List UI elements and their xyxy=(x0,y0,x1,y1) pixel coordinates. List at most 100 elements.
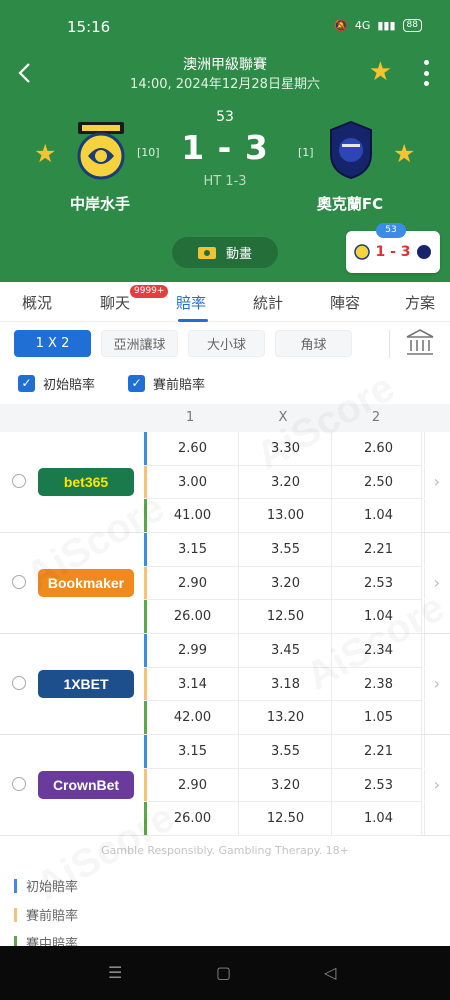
tab-stats[interactable]: 統計 xyxy=(253,292,283,313)
odds-cell[interactable]: 13.00 xyxy=(240,499,332,532)
chevron-right-icon[interactable]: › xyxy=(434,775,440,794)
battery-icon: 88 xyxy=(402,19,422,32)
col-home: 1 xyxy=(185,410,195,425)
odds-cell[interactable]: 13.20 xyxy=(240,701,332,734)
odds-cell[interactable]: 2.60 xyxy=(147,432,239,465)
odds-cell[interactable]: 3.55 xyxy=(240,735,332,768)
animation-button[interactable]: 動畫 xyxy=(172,237,278,268)
mini-scoreboard[interactable]: 53 1 - 3 xyxy=(346,223,440,273)
odds-cell[interactable]: 1.04 xyxy=(333,499,425,532)
odds-cell[interactable]: 42.00 xyxy=(147,701,239,734)
filter-corners[interactable]: 角球 xyxy=(275,330,352,357)
away-team-name[interactable]: 奧克蘭FC xyxy=(280,193,420,214)
bookmaker-logo[interactable]: CrownBet xyxy=(38,771,134,799)
odds-row: 42.00 13.20 1.05 xyxy=(144,701,425,735)
odds-row: 3.15 3.55 2.21 xyxy=(144,735,425,769)
odds-row: 2.90 3.20 2.53 xyxy=(144,768,425,802)
filter-asian-handicap[interactable]: 亞洲讓球 xyxy=(101,330,178,357)
match-minute: 53 xyxy=(216,109,234,125)
odds-cell[interactable]: 2.21 xyxy=(333,735,425,768)
odds-cell[interactable]: 3.00 xyxy=(147,465,239,498)
odds-cell[interactable]: 2.90 xyxy=(147,566,239,599)
odds-cell[interactable]: 2.53 xyxy=(333,566,425,599)
radio-button[interactable] xyxy=(12,777,26,791)
chevron-right-icon[interactable]: › xyxy=(434,573,440,592)
system-nav-bar: ☰ ▢ ◁ xyxy=(0,946,450,1000)
bookmaker-block[interactable]: bet365 › 2.60 3.30 2.60 3.00 3.20 2.50 41.00 13.0… xyxy=(0,432,450,533)
recent-apps-icon[interactable]: ☰ xyxy=(108,963,122,982)
favorite-star-icon[interactable]: ★ xyxy=(369,58,392,86)
chevron-right-icon[interactable]: › xyxy=(434,674,440,693)
odds-cell[interactable]: 2.53 xyxy=(333,768,425,801)
bookmaker-logo[interactable]: bet365 xyxy=(38,468,134,496)
odds-cell[interactable]: 3.55 xyxy=(240,533,332,566)
legend-prematch: 賽前賠率 xyxy=(14,905,78,924)
mini-minute-badge: 53 xyxy=(376,223,406,238)
away-team-logo[interactable] xyxy=(327,120,375,180)
odds-cell[interactable]: 3.15 xyxy=(147,735,239,768)
tab-overview[interactable]: 概況 xyxy=(22,292,52,313)
odds-cell[interactable]: 3.15 xyxy=(147,533,239,566)
match-score: 1 - 3 xyxy=(181,128,269,167)
away-rank: [1] xyxy=(298,146,314,159)
back-icon[interactable]: ◁ xyxy=(324,963,336,982)
check-icon: ✓ xyxy=(128,375,145,392)
home-icon[interactable]: ▢ xyxy=(216,963,231,982)
odds-cell[interactable]: 26.00 xyxy=(147,600,239,633)
odds-cell[interactable]: 1.04 xyxy=(333,802,425,835)
odds-cell[interactable]: 2.50 xyxy=(333,465,425,498)
animation-label: 動畫 xyxy=(225,247,252,262)
odds-cell[interactable]: 3.20 xyxy=(240,768,332,801)
bookmaker-block[interactable]: CrownBet › 3.15 3.55 2.21 2.90 3.20 2.53 26.00 12… xyxy=(0,735,450,836)
bank-icon[interactable] xyxy=(404,327,436,359)
odds-row: 41.00 13.00 1.04 xyxy=(144,499,425,533)
tab-odds[interactable]: 賠率 xyxy=(176,292,206,313)
check-icon: ✓ xyxy=(18,375,35,392)
odds-cell[interactable]: 1.05 xyxy=(333,701,425,734)
initial-odds-checkbox[interactable]: ✓ 初始賠率 xyxy=(18,374,95,393)
odds-row: 26.00 12.50 1.04 xyxy=(144,802,425,836)
mini-away-logo-icon xyxy=(416,245,431,259)
home-rank: [10] xyxy=(137,146,160,159)
home-team-name[interactable]: 中岸水手 xyxy=(30,193,170,214)
tab-chat[interactable]: 聊天 xyxy=(100,292,130,313)
filter-over-under[interactable]: 大小球 xyxy=(188,330,265,357)
prematch-odds-label: 賽前賠率 xyxy=(153,378,206,393)
away-favorite-star-icon[interactable]: ★ xyxy=(393,139,415,168)
legend-bar-icon xyxy=(14,907,17,922)
halftime-score: HT 1-3 xyxy=(203,174,247,189)
active-tab-indicator xyxy=(178,319,208,322)
radio-button[interactable] xyxy=(12,474,26,488)
odds-row: 2.90 3.20 2.53 xyxy=(144,566,425,600)
odds-cell[interactable]: 12.50 xyxy=(240,802,332,835)
status-time: 15:16 xyxy=(67,18,111,36)
odds-cell[interactable]: 3.20 xyxy=(240,566,332,599)
chevron-right-icon[interactable]: › xyxy=(434,472,440,491)
legend-bar-icon xyxy=(14,878,17,893)
status-icons: 🔕 4G ▮▮▮ 88 xyxy=(334,19,422,32)
odds-row: 3.14 3.18 2.38 xyxy=(144,667,425,701)
signal-label: 4G xyxy=(354,19,371,32)
odds-cell[interactable]: 2.21 xyxy=(333,533,425,566)
odds-cell[interactable]: 2.99 xyxy=(147,634,239,667)
mute-icon: 🔕 xyxy=(334,19,348,32)
divider xyxy=(389,330,390,358)
home-team-logo[interactable] xyxy=(74,120,128,180)
radio-button[interactable] xyxy=(12,575,26,589)
match-header: 15:16 🔕 4G ▮▮▮ 88 澳洲甲級聯賽 14:00, 2024年12月… xyxy=(0,0,450,282)
tab-bar: 概況 聊天 賠率 統計 陣容 方案 xyxy=(0,282,450,322)
prematch-odds-checkbox[interactable]: ✓ 賽前賠率 xyxy=(128,374,205,393)
bookmaker-logo[interactable]: 1XBET xyxy=(38,670,134,698)
tab-lineup[interactable]: 陣容 xyxy=(330,292,360,313)
odds-cell[interactable]: 3.14 xyxy=(147,667,239,700)
signal-icon: ▮▮▮ xyxy=(377,19,396,32)
filter-1x2[interactable]: 1 X 2 xyxy=(14,330,91,357)
odds-row: 3.15 3.55 2.21 xyxy=(144,533,425,567)
status-bar: 15:16 🔕 4G ▮▮▮ 88 xyxy=(0,0,450,52)
home-favorite-star-icon[interactable]: ★ xyxy=(34,139,56,168)
more-menu-icon[interactable] xyxy=(422,60,430,86)
odds-cell[interactable]: 2.60 xyxy=(333,432,425,465)
tab-tips[interactable]: 方案 xyxy=(405,292,435,313)
odds-cell[interactable]: 12.50 xyxy=(240,600,332,633)
radio-button[interactable] xyxy=(12,676,26,690)
